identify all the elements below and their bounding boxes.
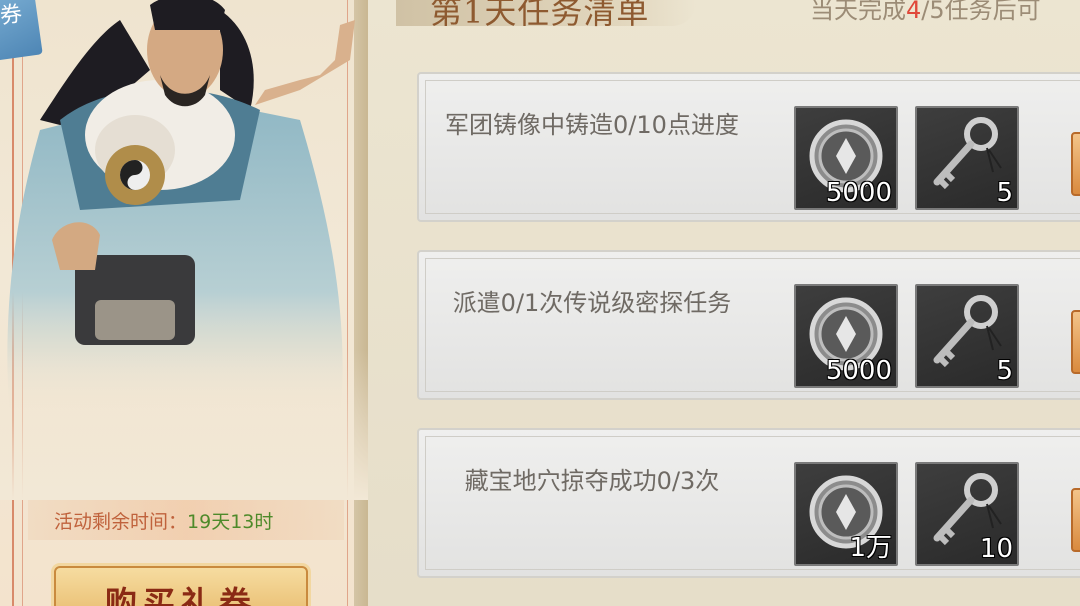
reward-count: 5: [996, 178, 1013, 208]
gift-voucher-tag: 券: [0, 0, 43, 62]
timer-label: 活动剩余时间：: [54, 510, 188, 533]
reward-slot-key[interactable]: 10: [915, 462, 1019, 566]
reward-slot-coin[interactable]: 1万: [794, 462, 898, 566]
day-title: 第1天任务清单: [430, 0, 650, 31]
reward-slot-coin[interactable]: 5000: [794, 284, 898, 388]
task-go-button[interactable]: [1071, 132, 1080, 196]
buy-voucher-label: 购买礼券: [104, 584, 257, 606]
task-description: 派遣0/1次传说级密探任务: [452, 289, 732, 317]
reward-count: 5000: [825, 178, 892, 208]
reward-slot-coin[interactable]: 5000: [794, 106, 898, 210]
reward-count: 5000: [825, 356, 892, 386]
reward-count: 1万: [849, 533, 892, 563]
buy-voucher-button[interactable]: 购买礼券: [54, 566, 308, 606]
reward-slot-key[interactable]: 5: [915, 284, 1019, 388]
task-card: 派遣0/1次传说级密探任务 5000 5: [417, 250, 1080, 400]
reward-count: 5: [996, 356, 1013, 386]
promo-panel: 券 活动剩余时间： 19天13时 购买礼券: [0, 0, 368, 606]
timer-value: 19天13时: [187, 510, 274, 533]
reward-count: 10: [979, 534, 1013, 564]
reward-slot-key[interactable]: 5: [915, 106, 1019, 210]
task-card: 军团铸像中铸造0/10点进度 5000 5: [417, 72, 1080, 222]
task-go-button[interactable]: [1071, 310, 1080, 374]
progress-prefix: 当天完成: [810, 0, 906, 24]
task-description: 军团铸像中铸造0/10点进度: [445, 111, 739, 139]
hero-character-art: [0, 0, 368, 500]
progress-done-count: 4: [906, 0, 922, 24]
corner-tag-label: 券: [0, 1, 24, 30]
task-description: 藏宝地穴掠夺成功0/3次: [464, 467, 720, 495]
progress-note: 当天完成4/5任务后可: [810, 0, 1041, 25]
activity-timer: 活动剩余时间： 19天13时: [28, 500, 344, 540]
task-go-button[interactable]: [1071, 488, 1080, 552]
task-card: 藏宝地穴掠夺成功0/3次 1万 10: [417, 428, 1080, 578]
progress-suffix: /5任务后可: [921, 0, 1041, 24]
